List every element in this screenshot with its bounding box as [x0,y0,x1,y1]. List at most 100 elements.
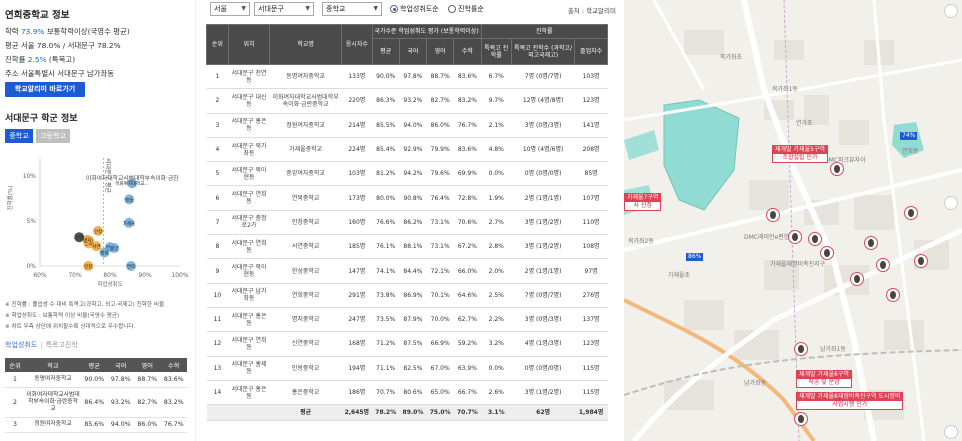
table-row[interactable]: 2 이화여자대학교사범대학부속이화·금란중학교 86.4% 93.2% 82.7… [5,387,187,418]
redevelopment-pin[interactable]: 재개발 가재울8재정비촉진구역 도시정비 사업시행 인가 [796,392,904,410]
cell-rank: 9 [206,258,229,284]
cell-english: 82.7% [426,88,454,114]
agent-avatar-icon[interactable] [914,254,928,268]
cell-math: 83.6% [453,64,482,90]
cell-location: 서대문구 천연동 [228,64,270,90]
cell-english: 67.0% [426,356,454,381]
school-alimi-button[interactable]: 학교알리미 바로가기 [5,82,85,97]
table-row[interactable]: 6 서대문구 연희동 연북중학교 173명 80.0% 90.8% 76.4% 72.8% 1.… [206,185,608,211]
agent-avatar-icon[interactable] [904,206,918,220]
agent-avatar-icon[interactable] [820,246,834,260]
school-rate-flag[interactable]: 74% [900,132,918,140]
cell-adv-count: 0명 (0명/0명) [511,356,575,381]
table-row[interactable]: 7 서대문구 충정로2가 인창중학교 160명 76.6% 86.2% 73.1% 70.6%… [206,210,608,236]
cell-graduates: 115명 [574,380,608,406]
achievement-label: 학력 [5,27,19,36]
map-label: 가재울재정비촉진지구 [770,261,826,268]
chevron-down-icon: ▼ [373,5,378,12]
scatter-x-label: 학업성취도 [97,280,122,288]
col-graduates: 졸업자수 [574,38,608,65]
agent-avatar-icon[interactable] [808,232,822,246]
radio-achievement[interactable]: 학업성취도순 [390,4,439,14]
agent-avatar-icon[interactable] [766,208,780,222]
tab-high-school[interactable]: 고등학교 [36,129,70,143]
cell-graduates: 208명 [574,137,608,163]
redevelopment-pin[interactable]: 가재울7구역 사 선정 [624,193,662,211]
table-row[interactable]: 9 서대문구 북아현동 한성중학교 147명 74.1% 84.4% 72.1% 66.0% 2… [206,258,608,284]
district-select[interactable]: 서대문구 ▼ [254,2,314,16]
table-row[interactable]: 2 서대문구 대신동 이화여자대학교사범대학부속이화·금란중학교 220명 86.3% 9… [206,88,608,114]
city-select[interactable]: 서울 ▼ [210,2,250,16]
cell-math: 63.9% [453,356,482,381]
table-row[interactable]: 13 서대문구 홍제동 인왕중학교 194명 71.1% 82.5% 67.0% 63.9% 0… [206,356,608,381]
table-row[interactable]: 1 동명여자중학교 90.0% 97.8% 88.7% 83.6% [5,372,187,388]
cell-test-count: 214명 [341,113,373,138]
table-row[interactable]: 3 서대문구 홍은동 정원여자중학교 214명 85.5% 94.0% 86.0% 76.7%… [206,113,608,138]
agent-avatar-icon[interactable] [876,258,890,272]
map-layer-button[interactable] [944,4,958,18]
avg-cell: 70.7% [453,404,482,422]
cell-location: 서대문구 홍은동 [228,113,270,138]
radio-advancement[interactable]: 진학률순 [448,4,484,14]
table-row[interactable]: 5 서대문구 북아현동 중앙여자중학교 103명 81.2% 94.2% 79.6% 69.9… [206,161,608,187]
tab-middle-school[interactable]: 중학교 [5,129,33,143]
filter-advancement[interactable]: 특목고진학 [46,341,78,349]
cell-school-name: 이화여자대학교사범대학부속이화·금란중학교 [269,88,342,114]
cell-rank: 7 [206,210,229,236]
agent-avatar-icon[interactable] [794,342,808,356]
col-avg: 평균 [81,358,108,372]
school-rate-flag[interactable]: 86% [686,253,704,261]
table-row[interactable]: 8 서대문구 연희동 서연중학교 185명 76.1% 88.1% 73.1% 67.2% 2.… [206,234,608,260]
pin-title: 가재울7구역 [625,194,661,202]
avg-cell: 평균 [269,404,342,422]
cell-adv-rate: 4.8% [481,137,512,163]
table-row[interactable]: 10 서대문구 남가좌동 연희중학교 291명 73.8% 86.9% 70.1% 64.6%… [206,283,608,308]
cell-adv-count: 4명 (1명/3명) [511,331,575,357]
cell-math: 69.9% [453,161,482,187]
agent-avatar-icon[interactable] [794,412,808,426]
table-row[interactable]: 14 서대문구 홍은동 홍은중학교 186명 70.7% 80.6% 65.0% 66.7% 2… [206,380,608,406]
table-row[interactable]: 12 서대문구 연희동 신연중학교 168명 71.2% 87.5% 66.9% 59.2% 3… [206,331,608,357]
note-2: ※ 학업성취도 : 보통학력 이상 비율(국영수 평균) [5,313,120,319]
cell-math: 59.2% [453,331,482,357]
cell-math: 70.6% [453,210,482,236]
cell-korean: 87.9% [399,307,427,333]
map-zoom-button[interactable] [944,425,958,439]
cell-graduates: 123명 [574,88,608,114]
table-row[interactable]: 1 서대문구 천연동 동명여자중학교 133명 90.0% 97.8% 88.7% 83.6%… [206,64,608,90]
map-label: 남가좌동 [744,380,767,387]
agent-avatar-icon[interactable] [850,272,864,286]
map-location-button[interactable] [944,196,958,210]
table-row[interactable]: 11 서대문구 홍은동 명지중학교 247명 73.5% 87.9% 70.0% 62.7% 2… [206,307,608,333]
cell-average: 90.0% [372,64,400,90]
pin-status: 조합설립 인가 [782,154,818,161]
agent-avatar-icon[interactable] [830,162,844,176]
agent-avatar-icon[interactable] [864,236,878,250]
cell-adv-count: 3명 (0명/3명) [511,307,575,333]
cell-location: 서대문구 홍제동 [228,356,270,381]
scatter-point-label: 정동 [125,196,133,203]
cell-location: 서대문구 북가좌동 [228,137,270,163]
radio-checked-icon [390,5,398,13]
scatter-y-tick: 5% [26,218,36,225]
cell-adv-count: 2명 (1명/1명) [511,185,575,211]
cell-location: 서대문구 연희동 [228,331,270,357]
map-panel[interactable]: 북가좌1동 북가좌2동 남가좌1동 남가좌동 가재울재정비촉진지구 연희동 DM… [624,0,962,441]
table-row[interactable]: 4 서대문구 북가좌동 가재울중학교 224명 85.4% 92.9% 79.9% 83.6%… [206,137,608,163]
col-group-advancement: 진학률 [480,24,609,39]
cell: 97.8% [107,372,134,388]
cell-school-name: 동명여자중학교 [269,64,342,90]
redevelopment-pin[interactable]: 재개발 가재울6구역 착공 및 분양 [796,370,852,388]
col-adv-rate: 특목고 진학률 [480,38,513,65]
map-canvas[interactable] [624,0,962,441]
redevelopment-pin[interactable]: 재개발 가재울5구역 조합설립 인가 [772,145,828,163]
cell-math: 66.7% [453,380,482,406]
cell-rank: 2 [206,88,229,114]
cell-average: 73.5% [372,307,400,333]
table-row[interactable]: 3 정원여자중학교 85.6% 94.0% 86.0% 76.7% [5,417,187,433]
agent-avatar-icon[interactable] [886,288,900,302]
agent-avatar-icon[interactable] [788,230,802,244]
level-select[interactable]: 중학교 ▼ [322,2,382,16]
filter-achievement[interactable]: 학업성취도 [5,341,37,349]
cell-math: 76.7% [453,113,482,138]
